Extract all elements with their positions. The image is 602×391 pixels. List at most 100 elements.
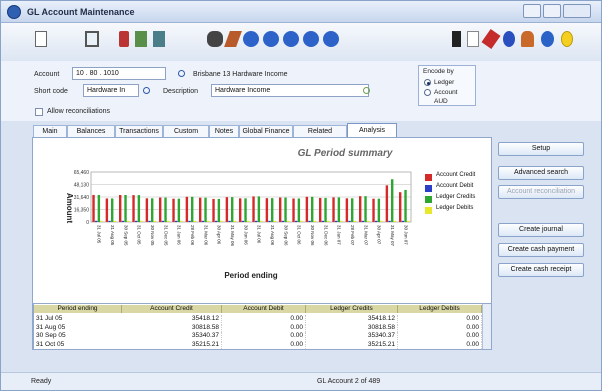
x-tick-label: 31 Mar 07 — [363, 225, 368, 246]
x-tick-label: 31 Jan 06 — [177, 225, 182, 245]
bar-account-debit — [201, 220, 205, 222]
create-cash-payment-button[interactable]: Create cash payment — [498, 243, 584, 257]
bar-ledger-debits — [140, 220, 143, 222]
bar-ledger-credits — [284, 197, 287, 222]
bar-ledger-debits — [113, 220, 117, 222]
y-tick-label: 65,460 — [74, 170, 90, 176]
bar-ledger-debits — [367, 220, 370, 222]
create-journal-button[interactable]: Create journal — [498, 223, 584, 237]
allow-reconciliations-checkbox[interactable] — [35, 108, 43, 116]
bar-ledger-credits — [191, 196, 194, 222]
bar-account-debit — [161, 220, 165, 222]
bar-account-debit — [215, 220, 218, 222]
document-icon[interactable] — [467, 31, 479, 47]
bar-ledger-credits — [137, 195, 141, 222]
bar-account-credit — [265, 198, 269, 222]
users-icon[interactable] — [521, 31, 534, 47]
first-record-icon[interactable] — [243, 31, 259, 47]
y-tick-label: 0 — [86, 220, 89, 226]
bar-ledger-credits — [377, 198, 381, 222]
y-axis-label: Amount — [65, 193, 74, 224]
advanced-search-button[interactable]: Advanced search — [498, 166, 584, 180]
x-tick-label: 28 Feb 07 — [350, 225, 355, 246]
description-lookup-icon[interactable] — [363, 87, 370, 94]
bar-account-debit — [401, 220, 405, 222]
bar-ledger-debits — [260, 220, 263, 222]
report-icon[interactable] — [452, 31, 461, 47]
refresh-icon[interactable] — [323, 31, 339, 47]
legend-swatch — [425, 207, 432, 214]
bar-ledger-credits — [217, 198, 221, 222]
table-row[interactable]: 31 Jul 05 35418.12 0.00 35418.12 0.00 — [34, 315, 482, 323]
period-summary-chart: GL Period summary Amount Period ending 65,4… — [65, 148, 412, 280]
previous-record-icon[interactable] — [263, 31, 279, 47]
bar-ledger-credits — [364, 196, 367, 222]
x-tick-label: 31 Mar 06 — [203, 225, 208, 246]
account-reconciliation-button[interactable]: Account reconciliation — [498, 185, 584, 199]
table-cell: 0.00 — [222, 323, 306, 332]
y-tick-label: 16,350 — [74, 208, 90, 214]
edit-icon[interactable] — [481, 29, 501, 49]
tab-analysis[interactable]: Analysis — [347, 123, 397, 138]
table-row[interactable]: 31 Aug 05 30818.58 0.00 30818.58 0.00 — [34, 323, 482, 332]
y-tick-label: 31,640 — [74, 195, 90, 201]
minimize-button[interactable] — [523, 4, 541, 18]
pencil-icon[interactable] — [224, 31, 242, 47]
bar-ledger-debits — [193, 220, 197, 222]
x-tick-label: 31 Oct 05 — [137, 225, 142, 245]
bar-ledger-debits — [353, 220, 357, 222]
period-table: Period ending Account Credit Account Debit… — [33, 303, 491, 350]
table-cell: 35215.21 — [122, 340, 222, 349]
last-record-icon[interactable] — [303, 31, 319, 47]
bar-account-debit — [188, 220, 191, 222]
x-tick-label: 30 Jun 07 — [403, 225, 408, 245]
app-icon — [7, 5, 21, 19]
create-cash-receipt-button[interactable]: Create cash receipt — [498, 263, 584, 277]
table-row[interactable]: 30 Sep 05 35340.37 0.00 35340.37 0.00 — [34, 332, 482, 340]
account-lookup-icon[interactable] — [178, 70, 185, 77]
bar-account-credit — [159, 197, 162, 222]
copy-icon[interactable] — [135, 31, 147, 47]
bar-account-credit — [305, 196, 309, 222]
bar-account-credit — [172, 198, 175, 222]
help-icon[interactable] — [541, 31, 554, 47]
maximize-button[interactable] — [543, 4, 561, 18]
link-icon[interactable] — [503, 31, 515, 47]
bar-account-credit — [345, 198, 349, 222]
column-header: Account Credit — [122, 305, 222, 313]
x-tick-label: 31 Aug 05 — [110, 225, 115, 246]
bar-ledger-credits — [124, 195, 127, 222]
table-scrollbar[interactable] — [482, 304, 491, 349]
short-code-field[interactable]: Hardware In — [83, 84, 139, 97]
tab-strip: Main Balances Transactions Custom Notes Globa… — [33, 123, 493, 138]
delete-icon[interactable] — [119, 31, 129, 47]
close-button[interactable] — [563, 4, 591, 18]
account-field[interactable]: 10 . 80 . 1010 — [72, 67, 166, 80]
table-cell: 35215.21 — [306, 340, 398, 349]
x-tick-label: 30 Sep 06 — [283, 225, 288, 246]
save-icon[interactable] — [85, 31, 99, 47]
bar-account-debit — [95, 220, 98, 222]
binoculars-icon[interactable] — [207, 31, 223, 47]
account-radio[interactable] — [424, 89, 431, 96]
bar-ledger-credits — [204, 197, 207, 222]
table-cell: 0.00 — [222, 315, 306, 323]
bar-account-credit — [92, 194, 95, 222]
tree-icon[interactable] — [153, 31, 165, 47]
description-field[interactable]: Hardware Income — [211, 84, 369, 97]
bar-ledger-credits — [111, 198, 114, 222]
table-row[interactable]: 31 Oct 05 35215.21 0.00 35215.21 0.00 — [34, 340, 482, 349]
x-tick-label: 30 Jun 06 — [243, 225, 248, 245]
bar-ledger-credits — [97, 194, 101, 222]
x-tick-label: 31 Oct 06 — [297, 225, 302, 245]
currency-label: AUD — [434, 98, 448, 105]
setup-button[interactable]: Setup — [498, 142, 584, 156]
short-code-lookup-icon[interactable] — [143, 87, 150, 94]
bar-ledger-debits — [340, 220, 343, 222]
next-record-icon[interactable] — [283, 31, 299, 47]
tip-bulb-icon[interactable] — [561, 31, 573, 47]
ledger-radio[interactable] — [424, 79, 431, 86]
column-header: Period ending — [34, 305, 122, 313]
bar-account-credit — [119, 195, 122, 222]
new-icon[interactable] — [35, 31, 47, 47]
